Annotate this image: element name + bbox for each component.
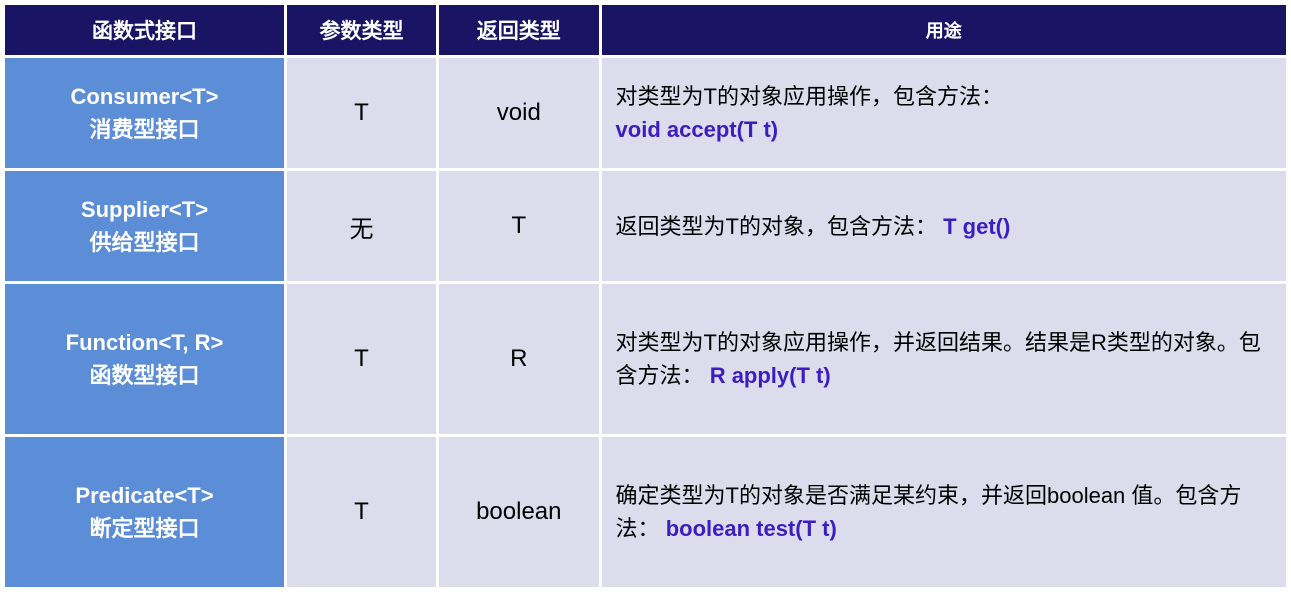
usage-cell: 确定类型为T的对象是否满足某约束，并返回boolean 值。包含方法： bool… bbox=[602, 437, 1286, 587]
usage-text: 返回类型为T的对象，包含方法： bbox=[616, 214, 937, 239]
return-cell: T bbox=[439, 171, 599, 281]
usage-method: void accept(T t) bbox=[616, 117, 779, 142]
usage-method: boolean test(T t) bbox=[666, 516, 837, 541]
return-cell: void bbox=[439, 58, 599, 168]
param-cell: T bbox=[287, 284, 436, 434]
interface-name: Supplier<T> bbox=[19, 193, 270, 226]
interface-cell: Function<T, R> 函数型接口 bbox=[5, 284, 284, 434]
interface-name: Consumer<T> bbox=[19, 80, 270, 113]
interface-desc: 消费型接口 bbox=[19, 113, 270, 146]
header-interface: 函数式接口 bbox=[5, 5, 284, 55]
table-header-row: 函数式接口 参数类型 返回类型 用途 bbox=[5, 5, 1286, 55]
interface-name: Function<T, R> bbox=[19, 326, 270, 359]
interface-cell: Supplier<T> 供给型接口 bbox=[5, 171, 284, 281]
interface-desc: 断定型接口 bbox=[19, 512, 270, 545]
header-param: 参数类型 bbox=[287, 5, 436, 55]
interface-cell: Consumer<T> 消费型接口 bbox=[5, 58, 284, 168]
functional-interfaces-table: 函数式接口 参数类型 返回类型 用途 Consumer<T> 消费型接口 T v… bbox=[2, 2, 1289, 590]
return-cell: R bbox=[439, 284, 599, 434]
param-cell: T bbox=[287, 58, 436, 168]
usage-method: T get() bbox=[943, 214, 1010, 239]
usage-cell: 对类型为T的对象应用操作，并返回结果。结果是R类型的对象。包含方法： R app… bbox=[602, 284, 1286, 434]
interface-name: Predicate<T> bbox=[19, 479, 270, 512]
usage-cell: 对类型为T的对象应用操作，包含方法： void accept(T t) bbox=[602, 58, 1286, 168]
param-cell: 无 bbox=[287, 171, 436, 281]
usage-text: 对类型为T的对象应用操作，包含方法： bbox=[616, 84, 1003, 109]
usage-method: R apply(T t) bbox=[710, 363, 831, 388]
table-row: Consumer<T> 消费型接口 T void 对类型为T的对象应用操作，包含… bbox=[5, 58, 1286, 168]
interface-cell: Predicate<T> 断定型接口 bbox=[5, 437, 284, 587]
header-usage: 用途 bbox=[602, 5, 1286, 55]
return-cell: boolean bbox=[439, 437, 599, 587]
table-row: Function<T, R> 函数型接口 T R 对类型为T的对象应用操作，并返… bbox=[5, 284, 1286, 434]
interface-desc: 供给型接口 bbox=[19, 226, 270, 259]
interface-desc: 函数型接口 bbox=[19, 359, 270, 392]
param-cell: T bbox=[287, 437, 436, 587]
table-row: Predicate<T> 断定型接口 T boolean 确定类型为T的对象是否… bbox=[5, 437, 1286, 587]
usage-cell: 返回类型为T的对象，包含方法： T get() bbox=[602, 171, 1286, 281]
header-return: 返回类型 bbox=[439, 5, 599, 55]
table-row: Supplier<T> 供给型接口 无 T 返回类型为T的对象，包含方法： T … bbox=[5, 171, 1286, 281]
